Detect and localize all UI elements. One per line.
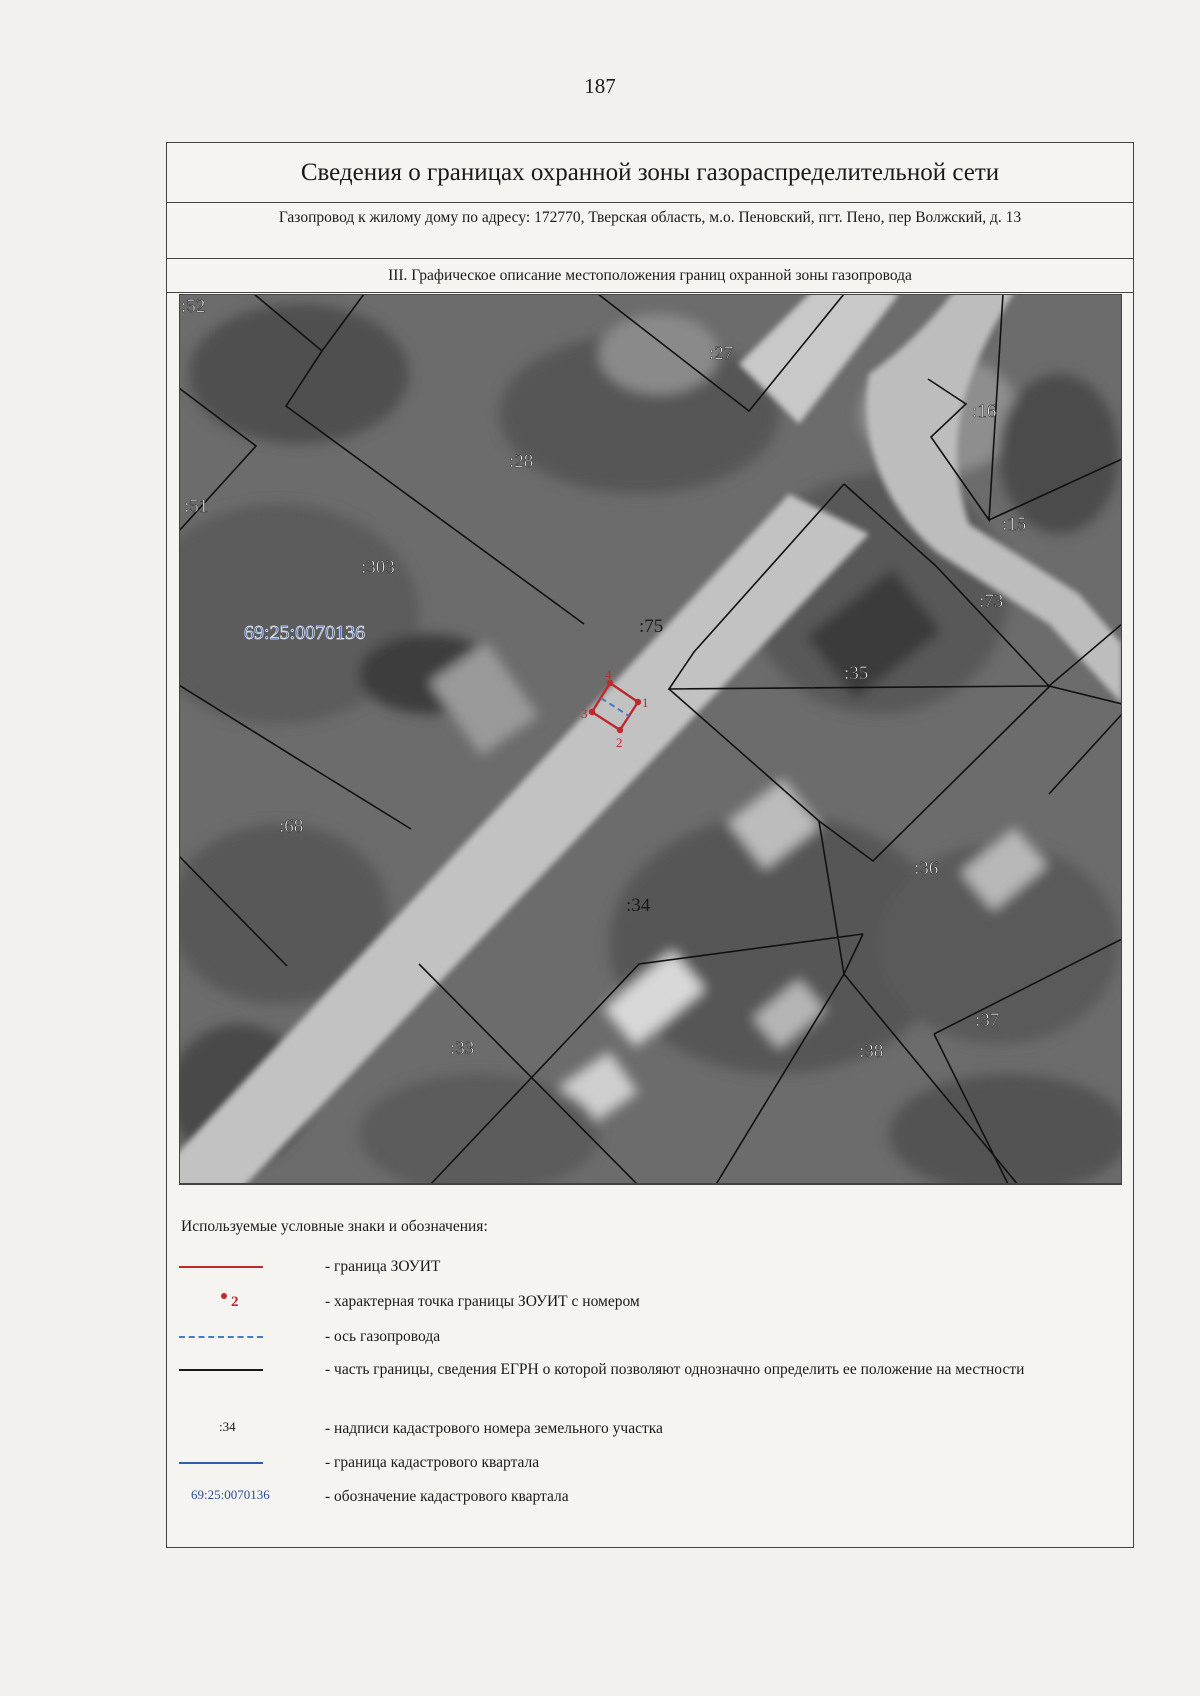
parcel-number-symbol: :34 [219,1419,236,1434]
legend-label: - граница ЗОУИТ [325,1258,441,1275]
parcel-label: :37 [975,1010,999,1031]
point-1-marker [634,698,642,706]
parcel-label: :15 [1002,514,1026,535]
boundary-point-number: 2 [231,1294,239,1310]
point-label: 4 [605,667,612,682]
quarter-label: 69:25:0070136 [244,622,365,644]
legend-item: 2 - характерная точка границы ЗОУИТ с но… [167,1288,1133,1318]
legend-label: - надписи кадастрового номера земельного… [325,1420,663,1437]
parcel-label: :36 [914,858,938,879]
legend-item: - граница кадастрового квартала [167,1449,1133,1479]
parcel-label: :52 [181,296,205,317]
legend-label: - часть границы, сведения ЕГРН о которой… [325,1361,1025,1378]
legend-item: :34 - надписи кадастрового номера земель… [167,1415,1133,1445]
pipeline-axis-symbol [179,1336,263,1338]
document-title: Сведения о границах охранной зоны газора… [167,143,1133,203]
legend-title: Используемые условные знаки и обозначени… [181,1218,488,1235]
parcel-label: :28 [509,451,533,472]
parcel-label: :68 [279,816,303,837]
parcel-label: :73 [979,591,1003,612]
document-subtitle: Газопровод к жилому дому по адресу: 1727… [167,202,1133,259]
zone-boundary-symbol [179,1266,263,1268]
parcel-label: :38 [859,1041,883,1062]
point-label: 1 [642,695,649,710]
point-2-marker [616,726,624,734]
parcel-boundary-symbol [179,1369,263,1371]
section-heading: III. Графическое описание местоположения… [167,259,1133,293]
legend-item: - часть границы, сведения ЕГРН о которой… [167,1356,1133,1386]
satellite-map[interactable]: 1 2 3 4 :52 :27 :16 :28 :51 :15 :303 :73… [179,294,1122,1184]
legend-label: - ось газопровода [325,1328,441,1345]
legend-label: - граница кадастрового квартала [325,1454,540,1471]
parcel-label: :75 [639,616,663,637]
legend-label: - характерная точка границы ЗОУИТ с номе… [325,1293,640,1310]
document-frame: Сведения о границах охранной зоны газора… [166,142,1134,1548]
parcel-label: :34 [626,895,651,916]
legend-item: - граница ЗОУИТ [167,1253,1133,1283]
quarter-boundary-symbol [179,1462,263,1464]
legend-label: - обозначение кадастрового квартала [325,1488,569,1505]
boundary-point-symbol [221,1293,227,1299]
parcel-label: :35 [844,663,868,684]
quarter-designation-symbol: 69:25:0070136 [191,1487,270,1502]
parcel-label: :303 [361,557,395,578]
point-label: 2 [616,735,623,750]
point-3-marker [588,708,596,716]
map-panel[interactable]: 1 2 3 4 :52 :27 :16 :28 :51 :15 :303 :73… [179,294,1122,1185]
parcel-label: :33 [450,1038,474,1059]
parcel-label: :27 [709,343,733,364]
legend-item: - ось газопровода [167,1323,1133,1353]
parcel-label: :16 [972,401,996,422]
page-number: 187 [584,74,616,98]
point-label: 3 [581,706,588,721]
legend-item: 69:25:0070136 - обозначение кадастрового… [167,1483,1133,1513]
parcel-label: :51 [184,496,208,517]
